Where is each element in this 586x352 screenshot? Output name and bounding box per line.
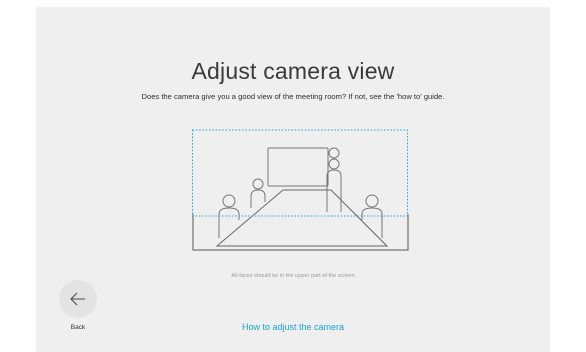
- setup-screen: Adjust camera view Does the camera give …: [36, 7, 550, 352]
- page-subtitle: Does the camera give you a good view of …: [141, 92, 445, 101]
- camera-hint-text: All faces should be in the upper part of…: [231, 273, 355, 279]
- arrow-left-icon: [70, 292, 85, 306]
- page-title: Adjust camera view: [191, 58, 395, 84]
- meeting-room-illustration: [191, 128, 411, 258]
- how-to-adjust-camera-link[interactable]: How to adjust the camera: [36, 322, 550, 332]
- back-button[interactable]: [59, 280, 97, 318]
